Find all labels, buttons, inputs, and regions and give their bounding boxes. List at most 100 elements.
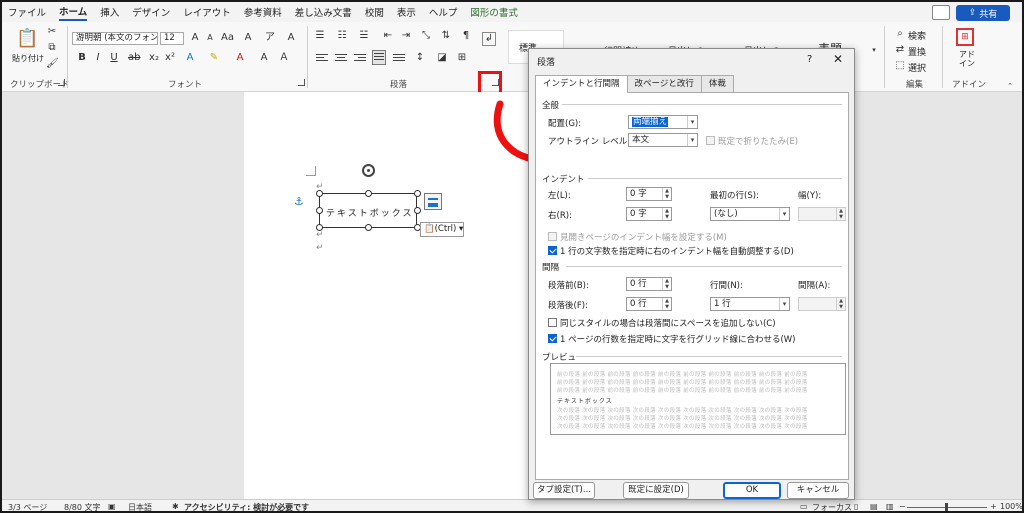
format-painter-icon[interactable]: 🖌 — [46, 58, 59, 70]
search-label[interactable]: 検索 — [908, 29, 926, 42]
clear-format-icon[interactable]: A — [242, 32, 254, 44]
rotate-handle-icon[interactable] — [362, 164, 375, 177]
font-color-icon[interactable]: A — [234, 52, 246, 64]
borders-icon[interactable]: ⊞ — [456, 52, 468, 64]
copy-icon[interactable]: ⧉ — [46, 42, 58, 54]
multilevel-list-icon[interactable]: ☱ — [358, 30, 370, 42]
replace-label[interactable]: 置換 — [908, 45, 926, 58]
collapsed-checkbox[interactable] — [706, 136, 715, 145]
phonetic-guide-icon[interactable]: ア — [264, 32, 276, 44]
align-right-icon[interactable] — [353, 52, 367, 64]
line-spacing-icon[interactable]: ↕ — [414, 52, 426, 64]
font-launcher-icon[interactable] — [298, 79, 305, 86]
collapse-ribbon-icon[interactable]: ⌃ — [1004, 80, 1016, 92]
asian-layout-icon[interactable]: ⤡ — [420, 30, 432, 42]
layout-options-icon[interactable] — [424, 193, 442, 210]
font-size-combo[interactable]: 12 — [160, 32, 184, 45]
tab-design[interactable]: デザイン — [132, 5, 170, 19]
first-line-select[interactable]: (なし) ▾ — [710, 207, 790, 221]
resize-handle[interactable] — [414, 207, 421, 214]
help-icon[interactable]: ? — [807, 54, 812, 65]
resize-handle[interactable] — [414, 190, 421, 197]
spacing-before-spinner[interactable]: 0 行 ▲ ▼ — [626, 277, 672, 291]
decrease-indent-icon[interactable]: ⇤ — [382, 30, 394, 42]
mirror-indent-checkbox[interactable] — [548, 232, 557, 241]
styles-scroll-icon[interactable]: ▾ — [868, 44, 880, 56]
highlight-icon[interactable]: ✎ — [208, 52, 220, 64]
distributed-icon[interactable] — [392, 52, 406, 64]
web-layout-icon[interactable]: ▥ — [886, 502, 894, 511]
shrink-font-icon[interactable]: A — [204, 32, 216, 44]
spinner-arrows-icon[interactable]: ▲ ▼ — [836, 208, 845, 220]
tab-review[interactable]: 校閲 — [365, 5, 384, 19]
select-icon[interactable]: ⬚ — [894, 60, 906, 72]
tab-mailings[interactable]: 差し込み文書 — [295, 5, 352, 19]
page-count[interactable]: 3/3 ページ — [8, 502, 47, 511]
strikethrough-icon[interactable]: ab — [128, 52, 140, 64]
tab-view[interactable]: 表示 — [397, 5, 416, 19]
spacing-after-spinner[interactable]: 0 行 ▲ ▼ — [626, 297, 672, 311]
tabs-button[interactable]: タブ設定(T)... — [533, 482, 595, 499]
ok-button[interactable]: OK — [723, 482, 781, 499]
tab-asian-typography[interactable]: 体裁 — [700, 75, 734, 92]
comment-icon[interactable] — [932, 5, 950, 20]
language-status[interactable]: 日本語 — [128, 502, 152, 511]
shading-icon[interactable]: ◪ — [436, 52, 448, 64]
proofing-icon[interactable]: ▣ — [108, 502, 116, 511]
numbering-icon[interactable]: ☷ — [336, 30, 348, 42]
share-button[interactable]: ⇪ 共有 — [956, 5, 1010, 21]
resize-handle[interactable] — [316, 224, 323, 231]
increase-indent-icon[interactable]: ⇥ — [400, 30, 412, 42]
indent-left-spinner[interactable]: 0 字 ▲ ▼ — [626, 187, 672, 201]
zoom-out-icon[interactable]: − — [899, 502, 906, 511]
sort-icon[interactable]: ⇅ — [440, 30, 452, 42]
spinner-arrows-icon[interactable]: ▲ ▼ — [662, 188, 671, 200]
close-icon[interactable]: ✕ — [833, 52, 843, 66]
outline-level-select[interactable]: 本文 ▾ — [628, 133, 698, 147]
focus-mode[interactable]: フォーカス — [812, 502, 852, 511]
word-count[interactable]: 8/80 文字 — [64, 502, 101, 511]
bold-icon[interactable]: B — [76, 52, 88, 64]
cjk-layout-icon[interactable]: ↲ — [482, 32, 496, 46]
select-label[interactable]: 選択 — [908, 61, 926, 74]
char-border-icon[interactable]: Ａ — [278, 52, 290, 64]
zoom-slider-thumb[interactable] — [945, 503, 948, 511]
superscript-icon[interactable]: x² — [164, 52, 176, 64]
underline-icon[interactable]: U — [108, 52, 120, 64]
replace-icon[interactable]: ⇄ — [894, 44, 906, 56]
paste-icon[interactable]: 📋 — [16, 28, 38, 50]
cut-icon[interactable]: ✂ — [46, 26, 58, 38]
align-left-icon[interactable] — [315, 52, 329, 64]
bullets-icon[interactable]: ☰ — [314, 30, 326, 42]
line-spacing-select[interactable]: 1 行 ▾ — [710, 297, 790, 311]
accessibility-status[interactable]: アクセシビリティ: 検討が必要です — [184, 502, 309, 511]
tab-shape-format[interactable]: 図形の書式 — [470, 5, 518, 19]
italic-icon[interactable]: I — [92, 52, 104, 64]
change-case-icon[interactable]: Aa — [221, 32, 234, 44]
font-name-combo[interactable]: 游明朝 (本文のフォント — [72, 32, 158, 45]
resize-handle[interactable] — [365, 224, 372, 231]
search-icon[interactable]: ⌕ — [894, 28, 906, 40]
indent-width-spinner[interactable]: ▲ ▼ — [798, 207, 846, 221]
resize-handle[interactable] — [365, 190, 372, 197]
grow-font-icon[interactable]: A — [189, 32, 201, 44]
read-mode-icon[interactable]: ▯ — [854, 502, 858, 511]
addin-button-label[interactable]: アド イン — [958, 50, 976, 68]
cancel-button[interactable]: キャンセル — [787, 482, 849, 499]
alignment-select[interactable]: 両端揃え ▾ — [628, 115, 698, 129]
spinner-arrows-icon[interactable]: ▲ ▼ — [836, 298, 845, 310]
no-space-same-style-checkbox[interactable] — [548, 318, 557, 327]
textbox-text[interactable]: テキストボックス — [326, 206, 413, 219]
print-layout-icon[interactable]: ▤ — [870, 502, 878, 511]
selected-textbox[interactable]: テキストボックス — [319, 193, 417, 228]
resize-handle[interactable] — [316, 190, 323, 197]
tab-home[interactable]: ホーム — [59, 4, 88, 21]
indent-right-spinner[interactable]: 0 字 ▲ ▼ — [626, 207, 672, 221]
tab-file[interactable]: ファイル — [8, 5, 46, 19]
spinner-arrows-icon[interactable]: ▲ ▼ — [662, 208, 671, 220]
tab-layout[interactable]: レイアウト — [183, 5, 231, 19]
tab-references[interactable]: 参考資料 — [244, 5, 282, 19]
subscript-icon[interactable]: x₂ — [148, 52, 160, 64]
char-shading-icon[interactable]: A — [258, 52, 270, 64]
tab-indent-spacing[interactable]: インデントと行間隔 — [535, 75, 628, 93]
